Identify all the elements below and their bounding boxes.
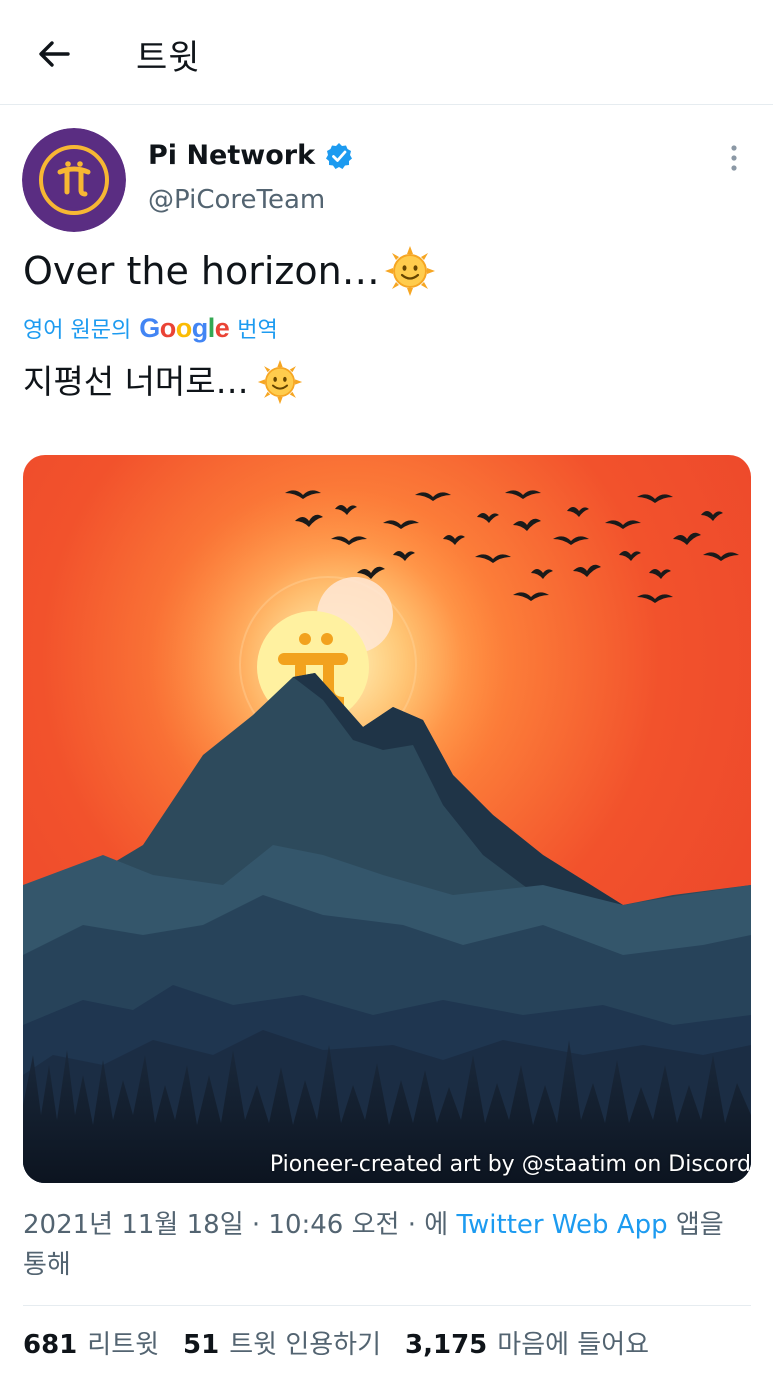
- google-logo: Google: [139, 312, 230, 343]
- media-caption: Pioneer-created art by @staatim on Disco…: [269, 1152, 751, 1177]
- quotes-label: 트윗 인용하기: [229, 1330, 382, 1360]
- sun-emoji-icon: [257, 359, 302, 405]
- top-bar: 트윗: [0, 0, 773, 105]
- translated-text-content: 지평선 너머로…: [23, 362, 249, 401]
- mountain-sunset-artwork: [23, 455, 751, 1183]
- tweet-text-content: Over the horizon…: [23, 249, 380, 293]
- page-title: 트윗: [136, 38, 201, 78]
- tweet-text: Over the horizon…: [23, 245, 436, 297]
- likes-stat[interactable]: 3,175 마음에 들어요: [405, 1325, 649, 1365]
- arrow-left-icon[interactable]: [34, 34, 74, 74]
- author-name-text: Pi Network: [148, 140, 316, 171]
- translate-prefix: 영어 원문의: [23, 318, 132, 343]
- author-handle[interactable]: @PiCoreTeam: [148, 185, 325, 215]
- retweets-count: 681: [23, 1330, 78, 1360]
- tweet-stats: 681 리트윗 51 트윗 인용하기 3,175 마음에 들어요: [23, 1325, 649, 1365]
- verified-badge-icon: [326, 142, 353, 169]
- divider: [23, 1305, 751, 1306]
- retweets-label: 리트윗: [87, 1330, 160, 1360]
- translated-text: 지평선 너머로…: [23, 358, 303, 406]
- author-name[interactable]: Pi Network: [148, 140, 353, 171]
- tweet-media-image[interactable]: Pioneer-created art by @staatim on Disco…: [23, 455, 751, 1183]
- likes-count: 3,175: [405, 1330, 488, 1360]
- timestamp-text[interactable]: 2021년 11월 18일 · 10:46 오전 · 에: [23, 1210, 448, 1240]
- more-vertical-icon[interactable]: [722, 142, 746, 174]
- tweet-timestamp: 2021년 11월 18일 · 10:46 오전 · 에 Twitter Web…: [23, 1205, 753, 1285]
- retweets-stat[interactable]: 681 리트윗: [23, 1325, 159, 1365]
- likes-label: 마음에 들어요: [497, 1330, 650, 1360]
- translate-suffix: 번역: [237, 318, 278, 343]
- translate-link[interactable]: 영어 원문의 Google 번역: [23, 312, 278, 344]
- source-link[interactable]: Twitter Web App: [456, 1210, 667, 1240]
- sun-emoji-icon: [384, 246, 435, 296]
- quotes-count: 51: [183, 1330, 220, 1360]
- avatar[interactable]: [22, 128, 126, 232]
- quotes-stat[interactable]: 51 트윗 인용하기: [183, 1325, 381, 1365]
